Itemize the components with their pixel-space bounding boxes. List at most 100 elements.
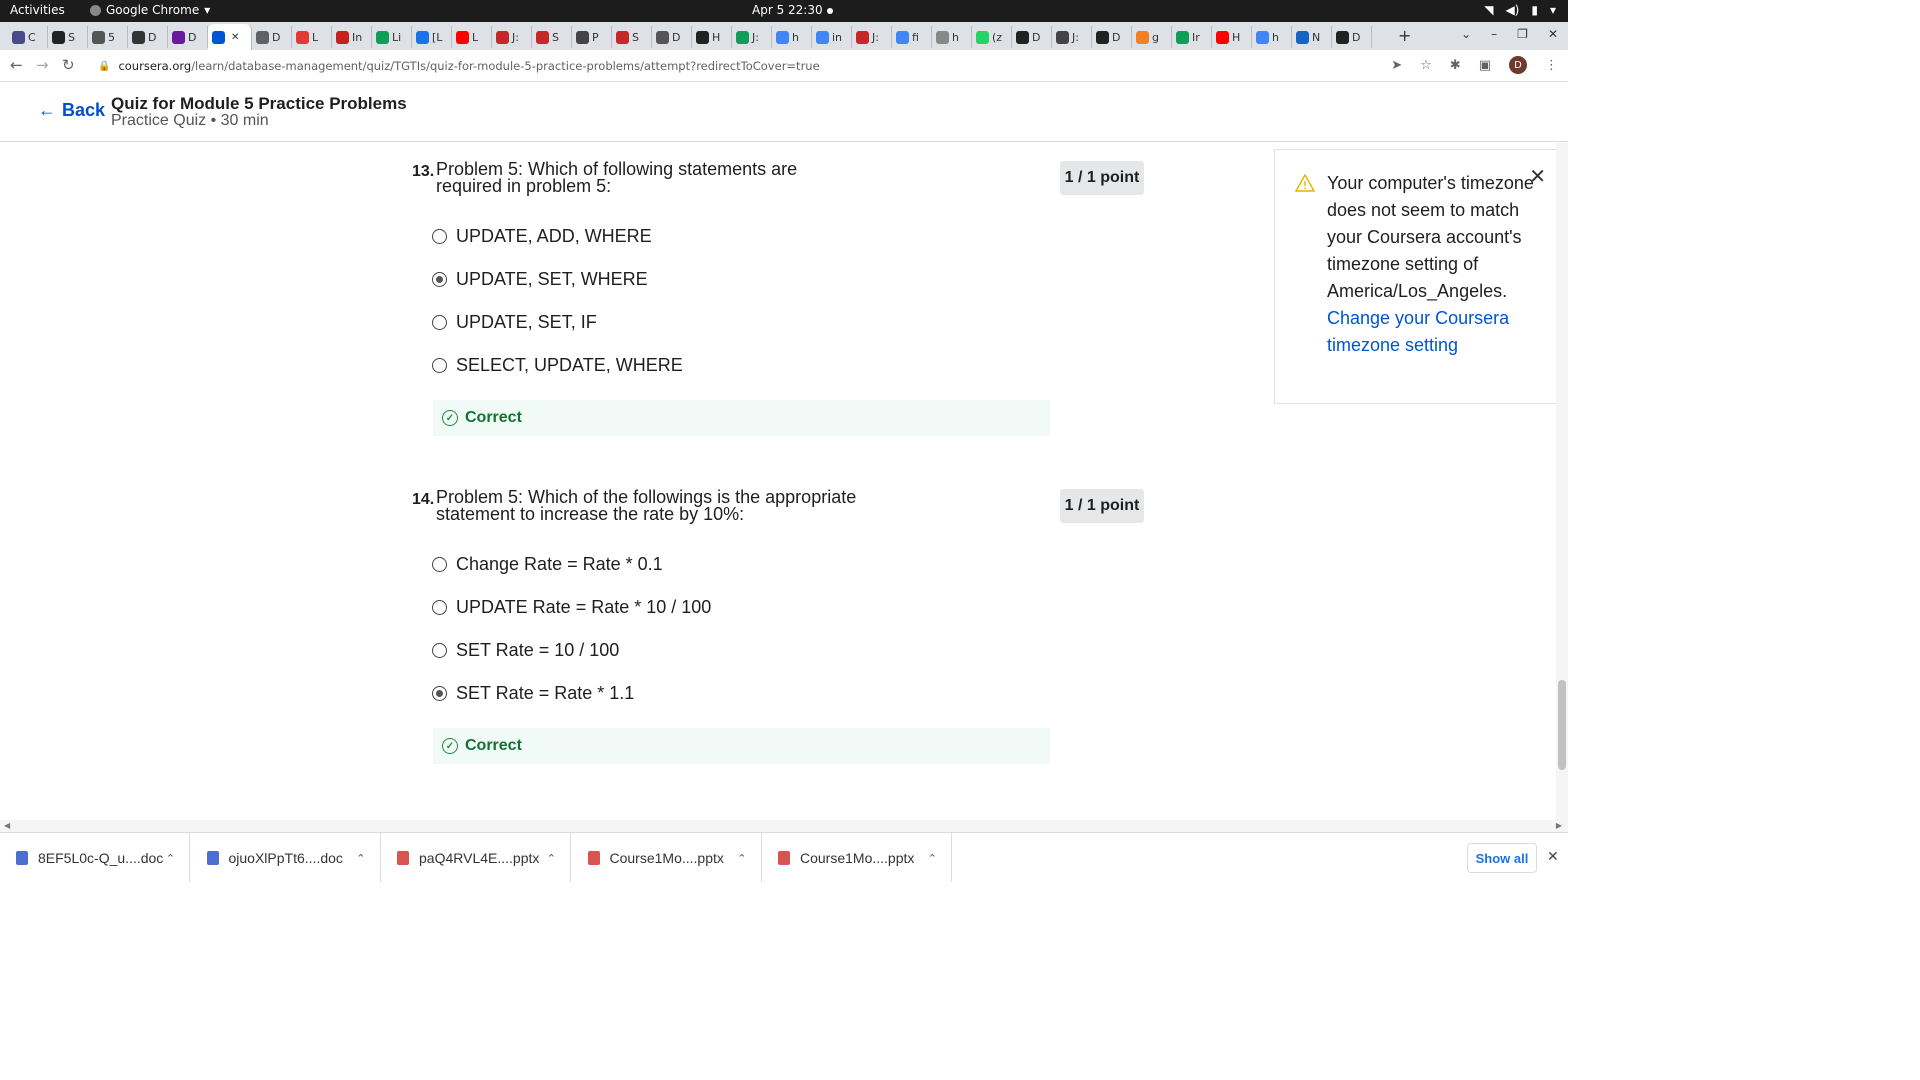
send-tab-icon[interactable]: ➤ xyxy=(1391,58,1402,73)
answer-option[interactable]: UPDATE, SET, WHERE xyxy=(432,269,648,290)
answer-option[interactable]: UPDATE Rate = Rate * 10 / 100 xyxy=(432,597,711,618)
check-circle-icon: ✓ xyxy=(442,410,458,426)
tab-favicon-icon xyxy=(1136,30,1149,44)
browser-tab[interactable]: h xyxy=(932,26,972,48)
browser-tab[interactable]: D xyxy=(168,26,208,48)
more-menu-icon[interactable]: ⋮ xyxy=(1545,58,1558,73)
tab-active[interactable]: ✕ xyxy=(208,24,252,50)
answer-option[interactable]: SELECT, UPDATE, WHERE xyxy=(432,355,683,376)
chevron-up-icon[interactable]: ⌃ xyxy=(547,852,556,865)
horizontal-scrollbar[interactable]: ◀ ▶ xyxy=(0,820,1568,832)
browser-tab[interactable]: in xyxy=(812,26,852,48)
browser-tab[interactable]: J: xyxy=(732,26,772,48)
close-downloads-icon[interactable]: ✕ xyxy=(1547,849,1559,865)
question-text: Problem 5: Which of the followings is th… xyxy=(436,487,857,524)
browser-tab[interactable]: N xyxy=(1292,26,1332,48)
vertical-scrollbar[interactable] xyxy=(1556,143,1568,820)
points-badge: 1 / 1 point xyxy=(1060,489,1144,523)
answer-option[interactable]: UPDATE, SET, IF xyxy=(432,312,597,333)
browser-tab[interactable]: S xyxy=(612,26,652,48)
scrollbar-thumb[interactable] xyxy=(1558,680,1566,770)
forward-arrow-icon[interactable]: → xyxy=(36,56,49,74)
address-bar[interactable]: 🔒 coursera.org/learn/database-management… xyxy=(90,53,1460,79)
chevron-up-icon[interactable]: ⌃ xyxy=(737,852,746,865)
scroll-left-icon[interactable]: ◀ xyxy=(4,821,10,830)
browser-tab[interactable]: H xyxy=(692,26,732,48)
browser-tab[interactable]: h xyxy=(772,26,812,48)
system-tray[interactable]: ◥ ◀) ▮ ▾ xyxy=(1484,3,1556,17)
back-arrow-icon[interactable]: ← xyxy=(10,56,23,74)
radio-button[interactable] xyxy=(432,229,447,244)
download-item[interactable]: Course1Mo....pptx ⌃ xyxy=(762,833,952,882)
app-menu[interactable]: Google Chrome ▾ xyxy=(90,3,210,17)
browser-tab[interactable]: [L xyxy=(412,26,452,48)
tab-close-icon[interactable]: ✕ xyxy=(231,32,239,43)
browser-tab[interactable]: L xyxy=(292,26,332,48)
tab-favicon-icon xyxy=(1216,30,1229,44)
show-all-button[interactable]: Show all xyxy=(1467,843,1537,873)
browser-tab[interactable]: J: xyxy=(492,26,532,48)
browser-tab[interactable]: Li xyxy=(372,26,412,48)
chevron-up-icon[interactable]: ⌃ xyxy=(928,852,937,865)
tab-label: h xyxy=(792,30,799,44)
browser-tab[interactable]: J: xyxy=(1052,26,1092,48)
browser-tab[interactable]: In xyxy=(332,26,372,48)
radio-button[interactable] xyxy=(432,557,447,572)
browser-tab[interactable]: g xyxy=(1132,26,1172,48)
new-tab-button[interactable]: + xyxy=(1398,26,1411,45)
minimize-icon[interactable]: – xyxy=(1491,27,1497,41)
scroll-right-icon[interactable]: ▶ xyxy=(1556,821,1562,830)
tab-favicon-icon xyxy=(536,30,549,44)
back-button[interactable]: ← Back xyxy=(38,100,105,121)
chevron-up-icon[interactable]: ⌃ xyxy=(356,852,365,865)
browser-tab[interactable]: D xyxy=(652,26,692,48)
answer-option[interactable]: UPDATE, ADD, WHERE xyxy=(432,226,652,247)
answer-option[interactable]: SET Rate = Rate * 1.1 xyxy=(432,683,634,704)
browser-tab[interactable]: D xyxy=(252,26,292,48)
download-item[interactable]: paQ4RVL4E....pptx ⌃ xyxy=(381,833,571,882)
download-item[interactable]: ojuoXlPpTt6....doc ⌃ xyxy=(191,833,381,882)
browser-tab[interactable]: C xyxy=(8,26,48,48)
answer-option[interactable]: SET Rate = 10 / 100 xyxy=(432,640,619,661)
timezone-message: Your computer's timezone does not seem t… xyxy=(1327,170,1542,359)
recording-indicator-icon xyxy=(827,8,833,14)
radio-button[interactable] xyxy=(432,358,447,373)
browser-tab[interactable]: D xyxy=(1092,26,1132,48)
browser-tab[interactable]: P xyxy=(572,26,612,48)
browser-tab[interactable]: S xyxy=(532,26,572,48)
radio-button[interactable] xyxy=(432,600,447,615)
radio-button-selected[interactable] xyxy=(432,272,447,287)
side-panel-icon[interactable]: ▣ xyxy=(1479,58,1491,73)
browser-tab[interactable]: H xyxy=(1212,26,1252,48)
clock[interactable]: Apr 5 22:30 xyxy=(752,3,823,17)
browser-tab[interactable]: 5 xyxy=(88,26,128,48)
bookmark-star-icon[interactable]: ☆ xyxy=(1420,58,1432,73)
extensions-icon[interactable]: ✱ xyxy=(1450,58,1461,73)
browser-tab[interactable]: h xyxy=(1252,26,1292,48)
browser-tab[interactable]: L xyxy=(452,26,492,48)
browser-tab[interactable]: D xyxy=(1332,26,1372,48)
radio-button[interactable] xyxy=(432,315,447,330)
window-controls: ⌄ – ❐ ✕ xyxy=(1461,27,1558,41)
radio-button[interactable] xyxy=(432,643,447,658)
radio-button-selected[interactable] xyxy=(432,686,447,701)
change-timezone-link[interactable]: Change your Coursera timezone setting xyxy=(1327,308,1509,355)
download-item[interactable]: 8EF5L0c-Q_u....doc ⌃ xyxy=(0,833,190,882)
browser-tab[interactable]: D xyxy=(1012,26,1052,48)
activities-button[interactable]: Activities xyxy=(10,3,65,17)
restore-icon[interactable]: ❐ xyxy=(1517,27,1528,41)
window-close-icon[interactable]: ✕ xyxy=(1548,27,1558,41)
download-item[interactable]: Course1Mo....pptx ⌃ xyxy=(572,833,762,882)
chevron-up-icon[interactable]: ⌃ xyxy=(166,852,175,865)
browser-tab[interactable]: Ir xyxy=(1172,26,1212,48)
browser-tab[interactable]: fi xyxy=(892,26,932,48)
browser-tab[interactable]: (z xyxy=(972,26,1012,48)
tab-favicon-icon xyxy=(132,30,145,44)
browser-tab[interactable]: D xyxy=(128,26,168,48)
answer-option[interactable]: Change Rate = Rate * 0.1 xyxy=(432,554,663,575)
reload-icon[interactable]: ↻ xyxy=(62,56,75,74)
profile-avatar[interactable]: D xyxy=(1509,56,1527,74)
tab-search-icon[interactable]: ⌄ xyxy=(1461,27,1471,41)
browser-tab[interactable]: J: xyxy=(852,26,892,48)
browser-tab[interactable]: S xyxy=(48,26,88,48)
